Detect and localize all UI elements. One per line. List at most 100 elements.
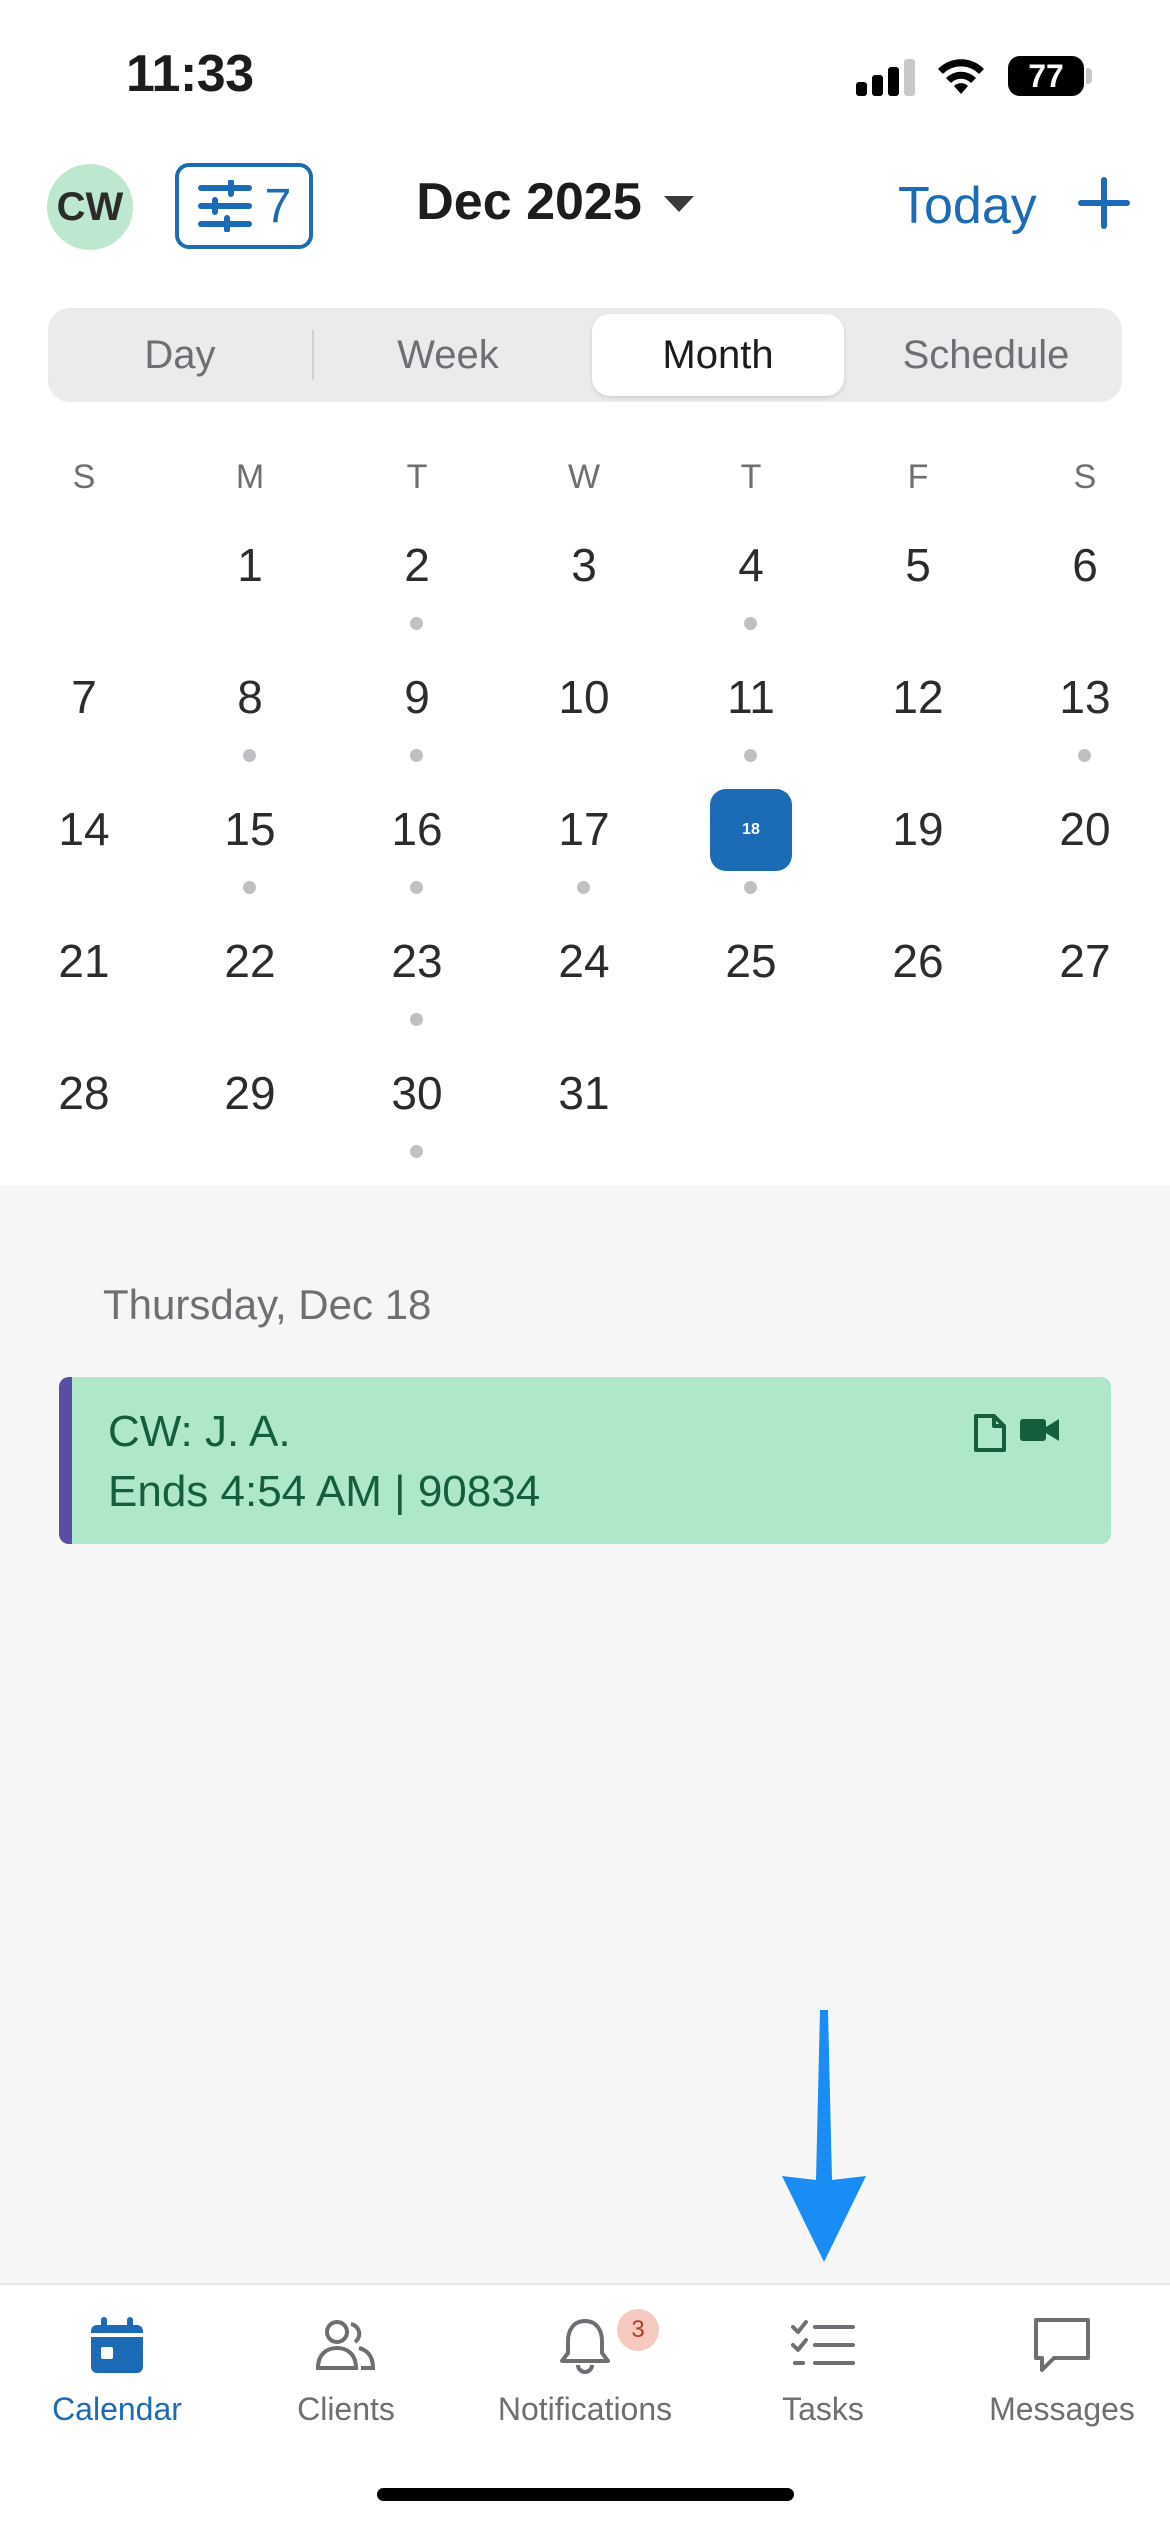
event-dot: [744, 617, 757, 630]
tab-label-calendar: Calendar: [52, 2391, 182, 2427]
calendar-day[interactable]: 20: [1030, 796, 1140, 906]
calendar-day[interactable]: 10: [529, 664, 639, 774]
weekday-header: S: [1073, 458, 1097, 496]
calendar-day[interactable]: 9: [362, 664, 472, 774]
event-dot: [243, 881, 256, 894]
day-number: 23: [391, 935, 443, 987]
filter-button[interactable]: 7: [175, 163, 313, 249]
status-time: 11:33: [126, 45, 254, 103]
day-number: 15: [224, 803, 276, 855]
day-number: 22: [224, 935, 276, 987]
day-number: 21: [58, 935, 110, 987]
tasks-icon: [791, 2320, 855, 2365]
tab-notifications[interactable]: 3 Notifications: [468, 2305, 702, 2428]
day-number: 29: [224, 1067, 276, 1119]
day-number: 13: [1059, 671, 1111, 723]
event-dot: [410, 1145, 423, 1158]
weekday-header: T: [740, 458, 762, 496]
calendar-day[interactable]: 3: [529, 532, 639, 642]
calendar-day[interactable]: 27: [1030, 928, 1140, 1038]
month-picker[interactable]: Dec 2025: [390, 172, 720, 232]
tab-tasks[interactable]: Tasks: [706, 2305, 940, 2428]
calendar-day[interactable]: 12: [863, 664, 973, 774]
event-dot: [410, 1013, 423, 1026]
day-number: 27: [1059, 935, 1111, 987]
calendar-day[interactable]: 13: [1030, 664, 1140, 774]
calendar-day[interactable]: 17: [529, 796, 639, 906]
calendar-day[interactable]: 2: [362, 532, 472, 642]
event-color-stripe: [59, 1377, 72, 1544]
calendar-day[interactable]: 8: [195, 664, 305, 774]
day-number: 3: [571, 539, 597, 591]
calendar-day[interactable]: 30: [362, 1060, 472, 1170]
clients-icon: [315, 2320, 376, 2370]
tab-schedule[interactable]: Schedule: [854, 308, 1118, 402]
day-number: 12: [892, 671, 944, 723]
view-switcher: Day Week Month Schedule: [48, 308, 1122, 402]
today-button[interactable]: Today: [898, 176, 1037, 236]
segment-divider: [312, 330, 314, 380]
avatar[interactable]: CW: [47, 164, 133, 250]
month-title: Dec 2025: [416, 173, 642, 231]
event-dot: [744, 881, 757, 894]
calendar-day[interactable]: 22: [195, 928, 305, 1038]
battery-indicator: 77: [1008, 56, 1084, 96]
message-icon: [1034, 2318, 1090, 2372]
calendar-day[interactable]: 21: [29, 928, 139, 1038]
calendar-day[interactable]: 14: [29, 796, 139, 906]
event-details: Ends 4:54 AM | 90834: [108, 1467, 541, 1516]
weekday-header: F: [907, 458, 929, 496]
calendar-day[interactable]: 7: [29, 664, 139, 774]
calendar-day[interactable]: 1: [195, 532, 305, 642]
tab-label-clients: Clients: [297, 2391, 395, 2427]
event-dot: [577, 881, 590, 894]
calendar-day[interactable]: 4: [696, 532, 806, 642]
event-dot: [410, 617, 423, 630]
day-number: 2: [404, 539, 430, 591]
day-number: 30: [391, 1067, 443, 1119]
calendar-day[interactable]: 16: [362, 796, 472, 906]
day-number: 7: [71, 671, 97, 723]
tab-label-tasks: Tasks: [782, 2391, 864, 2427]
calendar-day[interactable]: 26: [863, 928, 973, 1038]
day-number: 5: [905, 539, 931, 591]
document-icon: [974, 1414, 1006, 1452]
day-number: 6: [1072, 539, 1098, 591]
home-indicator: [377, 2488, 794, 2501]
event-card[interactable]: CW: J. A. Ends 4:54 AM | 90834: [59, 1377, 1111, 1544]
calendar-day[interactable]: 24: [529, 928, 639, 1038]
calendar-day[interactable]: 15: [195, 796, 305, 906]
day-number: 28: [58, 1067, 110, 1119]
agenda-date-heading: Thursday, Dec 18: [103, 1281, 432, 1328]
tab-messages[interactable]: Messages: [945, 2305, 1170, 2428]
calendar-day[interactable]: 29: [195, 1060, 305, 1170]
calendar-day[interactable]: 28: [29, 1060, 139, 1170]
calendar-day[interactable]: 18: [696, 789, 806, 906]
day-number: 24: [558, 935, 610, 987]
calendar-day[interactable]: 6: [1030, 532, 1140, 642]
tab-week[interactable]: Week: [316, 308, 580, 402]
event-dot: [744, 749, 757, 762]
day-number: 9: [404, 671, 430, 723]
event-dot: [410, 881, 423, 894]
day-number: 11: [727, 671, 775, 723]
chevron-down-icon: [663, 196, 694, 212]
tab-label-notifications: Notifications: [497, 2391, 673, 2427]
calendar-day[interactable]: 23: [362, 928, 472, 1038]
event-dot: [243, 749, 256, 762]
tab-month[interactable]: Month: [592, 314, 844, 396]
notifications-badge: 3: [617, 2309, 659, 2351]
weekday-header: T: [406, 458, 428, 496]
day-number: 19: [892, 803, 944, 855]
calendar-day[interactable]: 11: [696, 664, 806, 774]
add-event-button[interactable]: [1076, 172, 1132, 234]
calendar-day[interactable]: 19: [863, 796, 973, 906]
tab-calendar[interactable]: Calendar: [0, 2305, 234, 2428]
wifi-icon: [938, 59, 984, 94]
tab-clients[interactable]: Clients: [229, 2305, 463, 2428]
tab-day[interactable]: Day: [48, 308, 312, 402]
calendar-day[interactable]: 5: [863, 532, 973, 642]
calendar-day[interactable]: 25: [696, 928, 806, 1038]
battery-cap: [1086, 68, 1092, 84]
calendar-day[interactable]: 31: [529, 1060, 639, 1170]
